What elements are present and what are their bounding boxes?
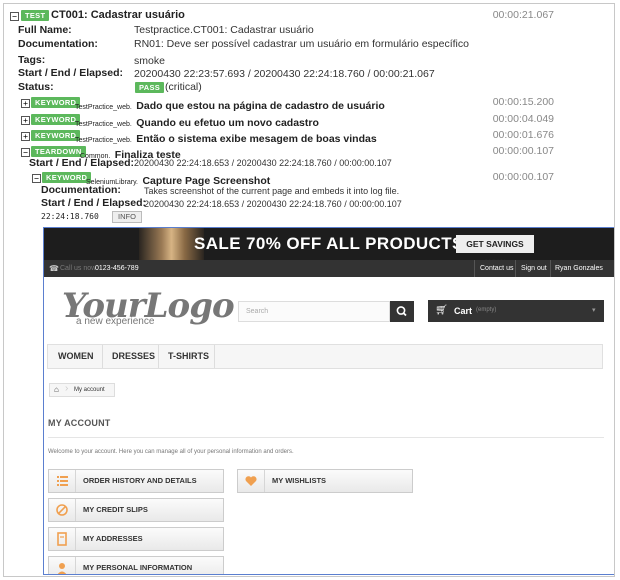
credit-slips-button[interactable]: MY CREDIT SLIPS: [48, 498, 224, 522]
breadcrumb: ⌂ › My account: [49, 383, 115, 397]
call-us-label: Call us now:: [60, 265, 99, 272]
collapse-toggle-screenshot-keyword[interactable]: −: [32, 174, 41, 183]
banner-text: SALE 70% OFF ALL PRODUCTS: [194, 234, 464, 253]
full-name-label: Full Name:: [18, 24, 72, 36]
cart-label: Cart: [454, 306, 473, 316]
test-elapsed: 00:00:21.067: [492, 9, 554, 21]
status-label: Status:: [18, 81, 54, 93]
test-log-panel: − TEST CT001: Cadastrar usuário 00:00:21…: [3, 3, 615, 577]
keyword-library: TestPractice_web.: [75, 104, 132, 111]
times-label: Start / End / Elapsed:: [18, 67, 124, 79]
keyword-name: Então o sistema exibe mesagem de boas vi…: [136, 133, 377, 145]
expand-toggle-keyword-3[interactable]: +: [21, 132, 30, 141]
list-icon: [49, 470, 76, 492]
keyword-1[interactable]: TestPractice_web. Dado que estou na pági…: [75, 96, 385, 114]
keyword-1-elapsed: 00:00:15.200: [492, 96, 554, 108]
menu-divider: [214, 345, 215, 368]
credit-slips-label: MY CREDIT SLIPS: [83, 505, 148, 514]
full-name-value: Testpractice.CT001: Cadastrar usuário: [134, 24, 314, 36]
menu-item-tshirts[interactable]: T-SHIRTS: [168, 345, 209, 368]
keyword-library: TestPractice_web.: [75, 137, 132, 144]
teardown-badge: TEARDOWN: [31, 146, 86, 157]
nav-divider: [550, 260, 551, 277]
contact-us-link[interactable]: Contact us: [480, 260, 513, 277]
test-badge: TEST: [21, 10, 50, 21]
search-button[interactable]: [390, 301, 414, 322]
order-history-label: ORDER HISTORY AND DETAILS: [83, 476, 197, 485]
logo-tagline: a new experience: [76, 316, 155, 327]
teardown-times-label: Start / End / Elapsed:: [29, 157, 135, 169]
menu-divider: [102, 345, 103, 368]
search-input[interactable]: Search: [238, 301, 390, 322]
get-savings-button[interactable]: GET SAVINGS NOW: [456, 235, 534, 267]
keyword-2-elapsed: 00:00:04.049: [492, 113, 554, 125]
breadcrumb-separator: ›: [65, 383, 69, 394]
menu-item-women[interactable]: WOMEN: [58, 345, 94, 368]
nav-divider: [515, 260, 516, 277]
order-history-button[interactable]: ORDER HISTORY AND DETAILS: [48, 469, 224, 493]
screenshot-keyword-elapsed: 00:00:00.107: [492, 171, 554, 183]
menu-divider: [158, 345, 159, 368]
teardown-times-value: 20200430 22:24:18.653 / 20200430 22:24:1…: [134, 158, 392, 168]
status-badge: PASS: [135, 82, 165, 93]
kw-documentation-label: Documentation:: [41, 184, 121, 196]
menu-item-dresses[interactable]: DRESSES: [112, 345, 155, 368]
test-title[interactable]: CT001: Cadastrar usuário: [51, 9, 185, 21]
wishlists-button[interactable]: MY WISHLISTS: [237, 469, 413, 493]
breadcrumb-current: My account: [74, 387, 105, 393]
log-timestamp: 22:24:18.760: [41, 212, 99, 221]
chevron-down-icon: ▾: [592, 307, 596, 314]
status-note: (critical): [165, 81, 202, 93]
documentation-label: Documentation:: [18, 38, 98, 50]
search-icon: [396, 306, 407, 317]
user-icon: [49, 557, 76, 574]
keyword-3-elapsed: 00:00:01.676: [492, 129, 554, 141]
kw-times-value: 20200430 22:24:18.653 / 20200430 22:24:1…: [144, 199, 402, 209]
personal-info-label: MY PERSONAL INFORMATION: [83, 563, 193, 572]
log-level-badge: INFO: [112, 211, 142, 223]
user-account-link[interactable]: Ryan Gonzales: [555, 260, 603, 277]
divider: [48, 437, 604, 438]
personal-info-button[interactable]: MY PERSONAL INFORMATION: [48, 556, 224, 574]
collapse-toggle-test[interactable]: −: [10, 12, 19, 21]
wishlists-label: MY WISHLISTS: [272, 476, 327, 485]
collapse-toggle-teardown[interactable]: −: [21, 148, 30, 157]
address-book-icon: [49, 528, 76, 550]
tags-value: smoke: [134, 55, 165, 67]
heart-icon: [238, 470, 265, 492]
keyword-badge: KEYWORD: [31, 130, 81, 141]
cart-button[interactable]: 🛒︎ Cart (empty) ▾: [428, 300, 604, 322]
keyword-name: Quando eu efetuo um novo cadastro: [136, 117, 319, 129]
addresses-label: MY ADDRESSES: [83, 534, 143, 543]
keyword-name: Dado que estou na página de cadastro de …: [136, 100, 385, 112]
nav-divider: [474, 260, 475, 277]
welcome-text: Welcome to your account. Here you can ma…: [48, 449, 294, 455]
embedded-screenshot: SALE 70% OFF ALL PRODUCTS GET SAVINGS NO…: [43, 227, 614, 575]
tags-label: Tags:: [18, 54, 46, 66]
teardown-elapsed: 00:00:00.107: [492, 145, 554, 157]
cart-status: (empty): [476, 307, 497, 313]
times-value: 20200430 22:23:57.693 / 20200430 22:24:1…: [134, 68, 435, 80]
cart-icon: 🛒︎: [435, 305, 448, 316]
phone-number: 0123-456-789: [95, 265, 139, 272]
addresses-button[interactable]: MY ADDRESSES: [48, 527, 224, 551]
kw-documentation-value: Takes screenshot of the current page and…: [144, 186, 400, 196]
expand-toggle-keyword-2[interactable]: +: [21, 116, 30, 125]
expand-toggle-keyword-1[interactable]: +: [21, 99, 30, 108]
page-title: MY ACCOUNT: [48, 418, 111, 428]
category-menu: WOMEN DRESSES T-SHIRTS: [47, 344, 603, 369]
keyword-badge: KEYWORD: [31, 97, 81, 108]
promo-banner[interactable]: SALE 70% OFF ALL PRODUCTS GET SAVINGS NO…: [44, 228, 614, 267]
top-nav: ☎ Call us now: 0123-456-789 Contact us S…: [44, 260, 614, 277]
sign-out-link[interactable]: Sign out: [521, 260, 547, 277]
kw-times-label: Start / End / Elapsed:: [41, 197, 147, 209]
keyword-badge: KEYWORD: [42, 172, 92, 183]
keyword-library: TestPractice_web.: [75, 121, 132, 128]
ban-icon: [49, 499, 76, 521]
keyword-badge: KEYWORD: [31, 114, 81, 125]
home-icon[interactable]: ⌂: [54, 385, 59, 394]
documentation-value: RN01: Deve ser possível cadastrar um usu…: [134, 38, 469, 50]
phone-icon: ☎: [49, 264, 59, 273]
